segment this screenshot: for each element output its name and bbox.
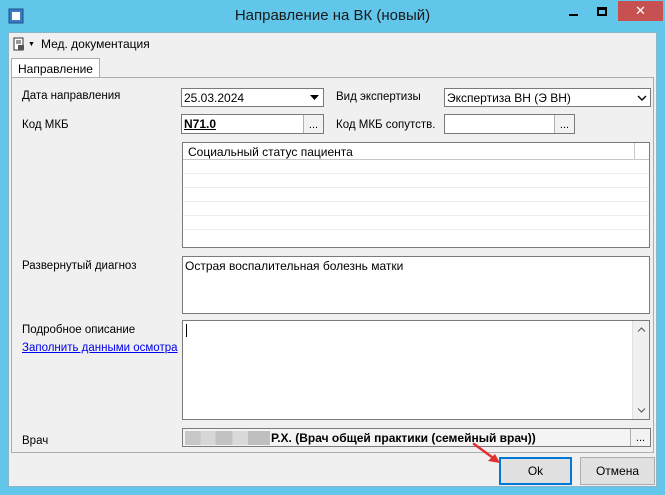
grid-header: Социальный статус пациента — [183, 143, 649, 160]
cancel-button[interactable]: Отмена — [580, 457, 655, 485]
maximize-icon — [596, 6, 607, 16]
grid-row-line — [183, 215, 649, 216]
mkb-browse-button[interactable]: ... — [303, 115, 323, 133]
maximize-button[interactable] — [588, 1, 615, 21]
scroll-down-button[interactable] — [633, 402, 650, 419]
mkb-related-browse-button[interactable]: ... — [554, 115, 574, 133]
toolbar-dropdown-arrow-icon[interactable]: ▼ — [28, 41, 35, 48]
tab-direction[interactable]: Направление — [11, 58, 100, 79]
title-bar: Направление на ВК (новый) ✕ — [0, 0, 665, 32]
med-documentation-menu[interactable]: Мед. документация — [41, 37, 150, 51]
social-status-column-header[interactable]: Социальный статус пациента — [188, 145, 353, 159]
ok-button[interactable]: Ok — [499, 457, 572, 485]
annotation-arrow-icon — [472, 442, 500, 463]
description-scrollbar[interactable] — [632, 321, 649, 419]
scroll-down-icon — [637, 408, 646, 413]
doctor-label: Врач — [22, 435, 49, 447]
minimize-button[interactable] — [560, 1, 586, 21]
expertise-select[interactable]: Экспертиза ВН (Э ВН) — [444, 88, 651, 107]
text-caret — [186, 324, 187, 337]
scroll-up-button[interactable] — [633, 321, 650, 338]
doctor-field[interactable]: Р.Х. (Врач общей практики (семейный врач… — [182, 428, 651, 447]
tab-strip: Направление — [9, 56, 656, 79]
date-label: Дата направления — [22, 90, 121, 102]
description-label: Подробное описание — [22, 324, 136, 336]
mkb-value: N71.0 — [184, 117, 217, 131]
minimize-icon — [568, 13, 578, 16]
date-value: 25.03.2024 — [184, 91, 245, 105]
description-textarea[interactable] — [182, 320, 650, 420]
scroll-up-icon — [637, 327, 646, 332]
doctor-browse-button[interactable]: ... — [630, 429, 650, 446]
expertise-label: Вид экспертизы — [336, 91, 421, 103]
date-picker[interactable]: 25.03.2024 — [181, 88, 324, 107]
social-status-grid[interactable]: Социальный статус пациента — [182, 142, 650, 248]
mkb-related-field[interactable]: ... — [444, 114, 575, 134]
grid-row-line — [183, 201, 649, 202]
document-print-icon[interactable] — [12, 37, 26, 51]
column-divider — [634, 143, 635, 159]
dialog-body: ▼ Мед. документация Направление Дата нап… — [8, 32, 657, 487]
chevron-down-icon — [310, 95, 319, 100]
grid-row-line — [183, 173, 649, 174]
doctor-name-redacted — [185, 431, 270, 445]
fill-from-examination-link[interactable]: Заполнить данными осмотра — [22, 342, 178, 354]
expertise-dropdown-button[interactable] — [633, 89, 650, 106]
chevron-down-icon — [637, 95, 646, 101]
mkb-related-label: Код МКБ сопутств. — [336, 119, 436, 131]
tab-panel-direction: Дата направления 25.03.2024 Вид эксперти… — [11, 77, 654, 453]
diagnosis-label: Развернутый диагноз — [22, 260, 137, 272]
toolbar: ▼ Мед. документация — [9, 33, 656, 55]
diagnosis-value: Острая воспалительная болезнь матки — [185, 259, 404, 273]
close-icon: ✕ — [635, 3, 646, 18]
expertise-value: Экспертиза ВН (Э ВН) — [447, 91, 571, 105]
mkb-label: Код МКБ — [22, 119, 69, 131]
close-button[interactable]: ✕ — [618, 1, 663, 21]
mkb-field[interactable]: N71.0 ... — [181, 114, 324, 134]
grid-row-line — [183, 187, 649, 188]
date-dropdown-button[interactable] — [306, 89, 323, 106]
diagnosis-textarea[interactable]: Острая воспалительная болезнь матки — [182, 256, 650, 314]
grid-row-line — [183, 229, 649, 230]
